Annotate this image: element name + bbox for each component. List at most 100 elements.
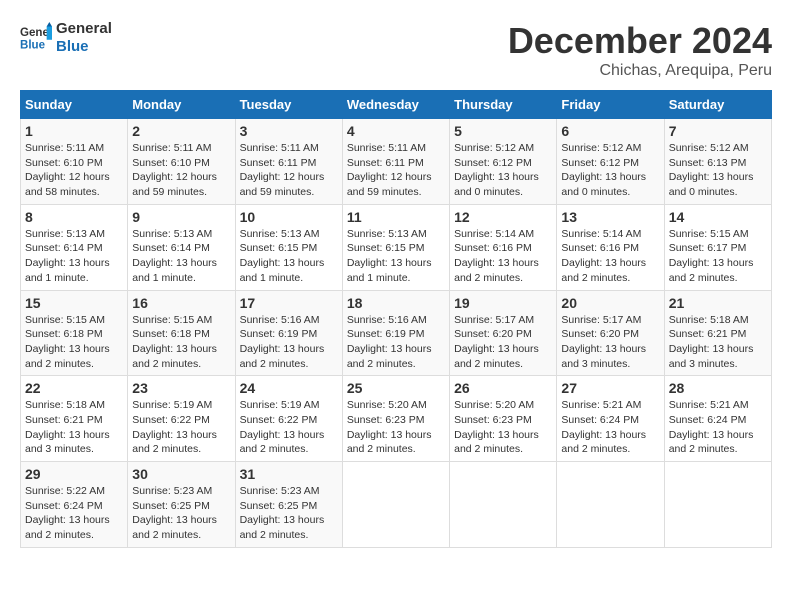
day-info: Sunrise: 5:17 AM Sunset: 6:20 PM Dayligh… [561, 313, 659, 372]
day-number: 23 [132, 380, 230, 396]
day-number: 31 [240, 466, 338, 482]
day-info: Sunrise: 5:19 AM Sunset: 6:22 PM Dayligh… [240, 398, 338, 457]
weekday-header-row: SundayMondayTuesdayWednesdayThursdayFrid… [21, 91, 772, 119]
calendar-cell: 24 Sunrise: 5:19 AM Sunset: 6:22 PM Dayli… [235, 376, 342, 462]
day-info: Sunrise: 5:11 AM Sunset: 6:11 PM Dayligh… [347, 141, 445, 200]
calendar-cell: 9 Sunrise: 5:13 AM Sunset: 6:14 PM Daylig… [128, 204, 235, 290]
day-info: Sunrise: 5:14 AM Sunset: 6:16 PM Dayligh… [454, 227, 552, 286]
calendar-cell [664, 462, 771, 548]
day-number: 10 [240, 209, 338, 225]
calendar-cell: 19 Sunrise: 5:17 AM Sunset: 6:20 PM Dayli… [450, 290, 557, 376]
weekday-header-tuesday: Tuesday [235, 91, 342, 119]
day-info: Sunrise: 5:20 AM Sunset: 6:23 PM Dayligh… [347, 398, 445, 457]
day-number: 20 [561, 295, 659, 311]
day-info: Sunrise: 5:20 AM Sunset: 6:23 PM Dayligh… [454, 398, 552, 457]
day-number: 26 [454, 380, 552, 396]
day-info: Sunrise: 5:22 AM Sunset: 6:24 PM Dayligh… [25, 484, 123, 543]
calendar-cell [557, 462, 664, 548]
calendar-cell: 20 Sunrise: 5:17 AM Sunset: 6:20 PM Dayli… [557, 290, 664, 376]
day-info: Sunrise: 5:12 AM Sunset: 6:12 PM Dayligh… [561, 141, 659, 200]
calendar-cell: 12Sunrise: 5:14 AM Sunset: 6:16 PM Dayli… [450, 204, 557, 290]
day-info: Sunrise: 5:13 AM Sunset: 6:15 PM Dayligh… [240, 227, 338, 286]
day-info: Sunrise: 5:13 AM Sunset: 6:15 PM Dayligh… [347, 227, 445, 286]
weekday-header-thursday: Thursday [450, 91, 557, 119]
calendar-cell: 28Sunrise: 5:21 AM Sunset: 6:24 PM Dayli… [664, 376, 771, 462]
day-number: 2 [132, 123, 230, 139]
logo-line1: General [56, 20, 112, 38]
day-number: 22 [25, 380, 123, 396]
day-info: Sunrise: 5:21 AM Sunset: 6:24 PM Dayligh… [669, 398, 767, 457]
day-info: Sunrise: 5:18 AM Sunset: 6:21 PM Dayligh… [669, 313, 767, 372]
calendar-cell: 27 Sunrise: 5:21 AM Sunset: 6:24 PM Dayli… [557, 376, 664, 462]
calendar-week-row: 8 Sunrise: 5:13 AM Sunset: 6:14 PM Daylig… [21, 204, 772, 290]
calendar-cell: 13Sunrise: 5:14 AM Sunset: 6:16 PM Dayli… [557, 204, 664, 290]
day-number: 4 [347, 123, 445, 139]
day-info: Sunrise: 5:15 AM Sunset: 6:18 PM Dayligh… [25, 313, 123, 372]
day-info: Sunrise: 5:11 AM Sunset: 6:11 PM Dayligh… [240, 141, 338, 200]
day-number: 17 [240, 295, 338, 311]
calendar-cell: 14Sunrise: 5:15 AM Sunset: 6:17 PM Dayli… [664, 204, 771, 290]
day-number: 5 [454, 123, 552, 139]
day-info: Sunrise: 5:13 AM Sunset: 6:14 PM Dayligh… [132, 227, 230, 286]
day-info: Sunrise: 5:19 AM Sunset: 6:22 PM Dayligh… [132, 398, 230, 457]
day-number: 16 [132, 295, 230, 311]
calendar-cell: 1 Sunrise: 5:11 AM Sunset: 6:10 PM Daylig… [21, 119, 128, 205]
calendar-cell [450, 462, 557, 548]
calendar-cell: 22 Sunrise: 5:18 AM Sunset: 6:21 PM Dayli… [21, 376, 128, 462]
calendar-cell: 16Sunrise: 5:15 AM Sunset: 6:18 PM Dayli… [128, 290, 235, 376]
day-info: Sunrise: 5:11 AM Sunset: 6:10 PM Dayligh… [132, 141, 230, 200]
calendar-cell [342, 462, 449, 548]
day-info: Sunrise: 5:15 AM Sunset: 6:17 PM Dayligh… [669, 227, 767, 286]
day-info: Sunrise: 5:21 AM Sunset: 6:24 PM Dayligh… [561, 398, 659, 457]
day-number: 3 [240, 123, 338, 139]
calendar-cell: 15 Sunrise: 5:15 AM Sunset: 6:18 PM Dayli… [21, 290, 128, 376]
calendar-cell: 4 Sunrise: 5:11 AM Sunset: 6:11 PM Daylig… [342, 119, 449, 205]
day-info: Sunrise: 5:23 AM Sunset: 6:25 PM Dayligh… [132, 484, 230, 543]
day-number: 19 [454, 295, 552, 311]
calendar-cell: 25Sunrise: 5:20 AM Sunset: 6:23 PM Dayli… [342, 376, 449, 462]
calendar-table: SundayMondayTuesdayWednesdayThursdayFrid… [20, 90, 772, 548]
day-info: Sunrise: 5:17 AM Sunset: 6:20 PM Dayligh… [454, 313, 552, 372]
day-info: Sunrise: 5:18 AM Sunset: 6:21 PM Dayligh… [25, 398, 123, 457]
calendar-cell: 26 Sunrise: 5:20 AM Sunset: 6:23 PM Dayli… [450, 376, 557, 462]
weekday-header-friday: Friday [557, 91, 664, 119]
weekday-header-saturday: Saturday [664, 91, 771, 119]
day-info: Sunrise: 5:16 AM Sunset: 6:19 PM Dayligh… [240, 313, 338, 372]
day-number: 21 [669, 295, 767, 311]
title-area: December 2024 Chichas, Arequipa, Peru [508, 20, 772, 80]
header: General Blue General Blue December 2024 … [20, 20, 772, 80]
calendar-week-row: 29 Sunrise: 5:22 AM Sunset: 6:24 PM Dayli… [21, 462, 772, 548]
day-info: Sunrise: 5:13 AM Sunset: 6:14 PM Dayligh… [25, 227, 123, 286]
day-number: 11 [347, 209, 445, 225]
svg-text:Blue: Blue [20, 40, 46, 52]
calendar-cell: 8 Sunrise: 5:13 AM Sunset: 6:14 PM Daylig… [21, 204, 128, 290]
day-number: 8 [25, 209, 123, 225]
calendar-week-row: 15 Sunrise: 5:15 AM Sunset: 6:18 PM Dayli… [21, 290, 772, 376]
day-number: 7 [669, 123, 767, 139]
calendar-cell: 29 Sunrise: 5:22 AM Sunset: 6:24 PM Dayli… [21, 462, 128, 548]
day-info: Sunrise: 5:12 AM Sunset: 6:12 PM Dayligh… [454, 141, 552, 200]
calendar-week-row: 1 Sunrise: 5:11 AM Sunset: 6:10 PM Daylig… [21, 119, 772, 205]
calendar-cell: 31 Sunrise: 5:23 AM Sunset: 6:25 PM Dayli… [235, 462, 342, 548]
day-info: Sunrise: 5:23 AM Sunset: 6:25 PM Dayligh… [240, 484, 338, 543]
calendar-cell: 18 Sunrise: 5:16 AM Sunset: 6:19 PM Dayli… [342, 290, 449, 376]
logo: General Blue General Blue [20, 20, 112, 56]
calendar-cell: 3 Sunrise: 5:11 AM Sunset: 6:11 PM Daylig… [235, 119, 342, 205]
day-number: 18 [347, 295, 445, 311]
day-number: 15 [25, 295, 123, 311]
month-title: December 2024 [508, 20, 772, 62]
day-number: 29 [25, 466, 123, 482]
day-number: 27 [561, 380, 659, 396]
day-number: 30 [132, 466, 230, 482]
calendar-cell: 2 Sunrise: 5:11 AM Sunset: 6:10 PM Daylig… [128, 119, 235, 205]
logo-icon: General Blue [20, 22, 52, 54]
day-number: 9 [132, 209, 230, 225]
day-number: 1 [25, 123, 123, 139]
day-number: 24 [240, 380, 338, 396]
weekday-header-monday: Monday [128, 91, 235, 119]
day-info: Sunrise: 5:11 AM Sunset: 6:10 PM Dayligh… [25, 141, 123, 200]
calendar-cell: 23 Sunrise: 5:19 AM Sunset: 6:22 PM Dayli… [128, 376, 235, 462]
calendar-cell: 5 Sunrise: 5:12 AM Sunset: 6:12 PM Daylig… [450, 119, 557, 205]
day-info: Sunrise: 5:16 AM Sunset: 6:19 PM Dayligh… [347, 313, 445, 372]
calendar-cell: 30 Sunrise: 5:23 AM Sunset: 6:25 PM Dayli… [128, 462, 235, 548]
